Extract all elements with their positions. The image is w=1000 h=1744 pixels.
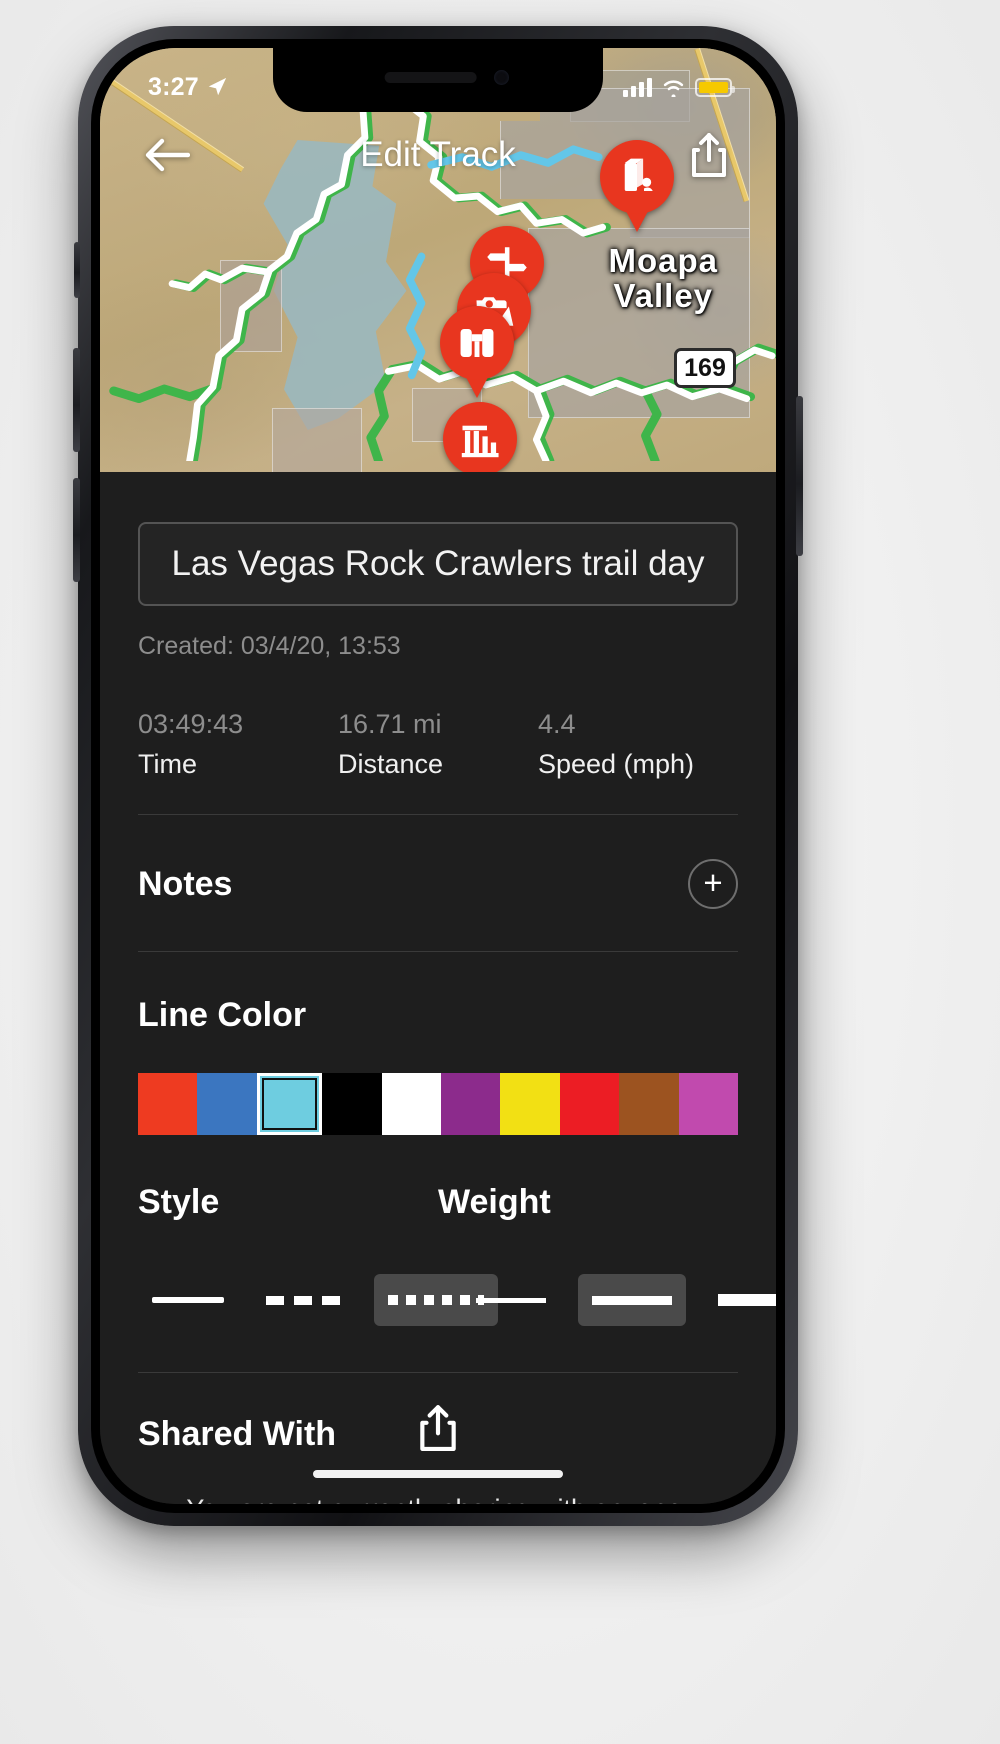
- map-place-label: Moapa Valley: [608, 242, 718, 314]
- weight-title: Weight: [438, 1183, 551, 1221]
- swatch-cyan[interactable]: [256, 1073, 323, 1135]
- weight-thick-option[interactable]: [704, 1274, 776, 1326]
- track-stats-row: 03:49:43 Time 16.71 mi Distance 4.4 Spee…: [138, 709, 738, 814]
- share-icon: [420, 1405, 456, 1451]
- notes-section: Notes +: [138, 815, 738, 951]
- page-root: Moapa Valley 169 Edit Track 3:27 Las Veg…: [0, 0, 1000, 1744]
- swatch-blue[interactable]: [197, 1073, 257, 1135]
- notes-title: Notes: [138, 864, 233, 903]
- bottom-share-button[interactable]: [411, 1398, 465, 1456]
- style-weight-controls: [138, 1270, 776, 1330]
- weight-options: [438, 1274, 776, 1326]
- share-icon: [692, 133, 726, 177]
- weight-thin-option[interactable]: [462, 1274, 560, 1326]
- map-pin-binoculars[interactable]: [440, 306, 514, 398]
- place-label-line2: Valley: [613, 276, 714, 314]
- stat-label: Distance: [337, 749, 444, 779]
- home-indicator[interactable]: [313, 1470, 563, 1478]
- phone-screen: Moapa Valley 169 Edit Track 3:27 Las Veg…: [100, 48, 776, 1504]
- solid-line-icon: [152, 1297, 224, 1303]
- silent-switch[interactable]: [74, 242, 80, 298]
- stat-time: 03:49:43 Time: [138, 709, 338, 780]
- swatch-white[interactable]: [381, 1073, 442, 1135]
- stat-value: 4.4: [537, 709, 576, 739]
- volume-up-button[interactable]: [73, 348, 80, 452]
- style-solid-option[interactable]: [138, 1274, 238, 1326]
- place-label-line1: Moapa: [608, 242, 718, 279]
- swatch-yellow[interactable]: [500, 1073, 560, 1135]
- created-label: Created:: [138, 632, 234, 660]
- created-timestamp: Created: 03/4/20, 13:53: [138, 632, 738, 661]
- share-button[interactable]: [682, 128, 736, 182]
- medium-line-icon: [592, 1295, 672, 1305]
- line-color-title: Line Color: [138, 996, 307, 1034]
- thin-line-icon: [476, 1297, 546, 1303]
- style-weight-headers: Style Weight: [138, 1183, 738, 1222]
- front-camera: [494, 70, 509, 85]
- style-dashed-option[interactable]: [252, 1274, 360, 1326]
- route-shield: 169: [674, 348, 736, 388]
- stat-label: Speed (mph): [537, 749, 695, 779]
- page-title: Edit Track: [360, 135, 516, 174]
- device-bezel: Moapa Valley 169 Edit Track 3:27 Las Veg…: [91, 39, 785, 1513]
- swatch-brown[interactable]: [619, 1073, 679, 1135]
- back-arrow-icon: [145, 138, 190, 172]
- map-pin-ruins[interactable]: [443, 402, 517, 472]
- swatch-magenta[interactable]: [678, 1073, 739, 1135]
- track-detail-sheet: Las Vegas Rock Crawlers trail day Create…: [100, 472, 776, 1504]
- add-note-button[interactable]: +: [688, 859, 738, 909]
- stat-value: 16.71 mi: [337, 709, 442, 739]
- swatch-black[interactable]: [322, 1073, 382, 1135]
- shared-with-message: You are not currently sharing with anyon…: [138, 1454, 738, 1504]
- back-button[interactable]: [140, 128, 194, 182]
- swatch-red-orange[interactable]: [138, 1073, 198, 1135]
- navigation-bar: Edit Track: [100, 112, 776, 198]
- volume-down-button[interactable]: [73, 478, 80, 582]
- swatch-red[interactable]: [559, 1073, 620, 1135]
- line-color-swatches: [138, 1073, 739, 1135]
- power-button[interactable]: [796, 396, 803, 556]
- weight-medium-option[interactable]: [578, 1274, 686, 1326]
- stat-label: Time: [138, 749, 197, 779]
- ruins-icon: [461, 425, 499, 458]
- pin-body: [440, 306, 514, 380]
- binoculars-icon: [460, 329, 494, 357]
- style-options: [138, 1274, 498, 1326]
- dashed-line-icon: [266, 1295, 346, 1305]
- stat-distance: 16.71 mi Distance: [338, 709, 538, 780]
- stat-speed: 4.4 Speed (mph): [538, 709, 738, 780]
- track-title-input[interactable]: Las Vegas Rock Crawlers trail day: [138, 522, 738, 606]
- swatch-purple[interactable]: [441, 1073, 501, 1135]
- earpiece-speaker: [384, 72, 477, 83]
- stat-value: 03:49:43: [138, 709, 244, 739]
- pin-body: [443, 402, 517, 472]
- device-notch: [273, 48, 603, 112]
- thick-line-icon: [718, 1294, 776, 1306]
- style-title: Style: [138, 1183, 220, 1221]
- created-value: 03/4/20, 13:53: [240, 632, 401, 660]
- phone-device-frame: Moapa Valley 169 Edit Track 3:27 Las Veg…: [73, 26, 803, 1526]
